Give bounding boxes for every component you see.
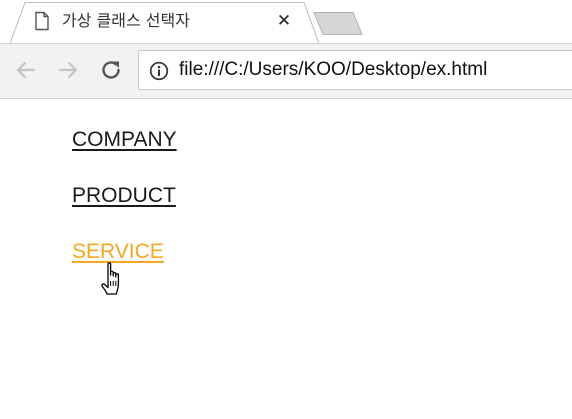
browser-toolbar: file:///C:/Users/KOO/Desktop/ex.html (0, 43, 572, 99)
tab-strip: 가상 클래스 선택자 ✕ (0, 0, 572, 44)
hand-pointer-icon (101, 262, 120, 295)
address-bar[interactable]: file:///C:/Users/KOO/Desktop/ex.html (138, 50, 572, 90)
arrow-left-icon[interactable] (13, 57, 39, 83)
product-link[interactable]: PRODUCT (72, 183, 176, 209)
new-tab-button[interactable] (311, 10, 365, 38)
arrow-right-icon[interactable] (55, 57, 81, 83)
page-content: COMPANY PRODUCT SERVICE (0, 100, 572, 419)
company-link[interactable]: COMPANY (72, 127, 177, 153)
tab-title: 가상 클래스 선택자 (62, 11, 190, 30)
url-text[interactable]: file:///C:/Users/KOO/Desktop/ex.html (179, 58, 487, 82)
document-icon (35, 11, 49, 31)
reload-icon[interactable] (98, 57, 124, 83)
info-icon[interactable] (149, 61, 169, 81)
tab-close-icon[interactable]: ✕ (276, 12, 292, 30)
